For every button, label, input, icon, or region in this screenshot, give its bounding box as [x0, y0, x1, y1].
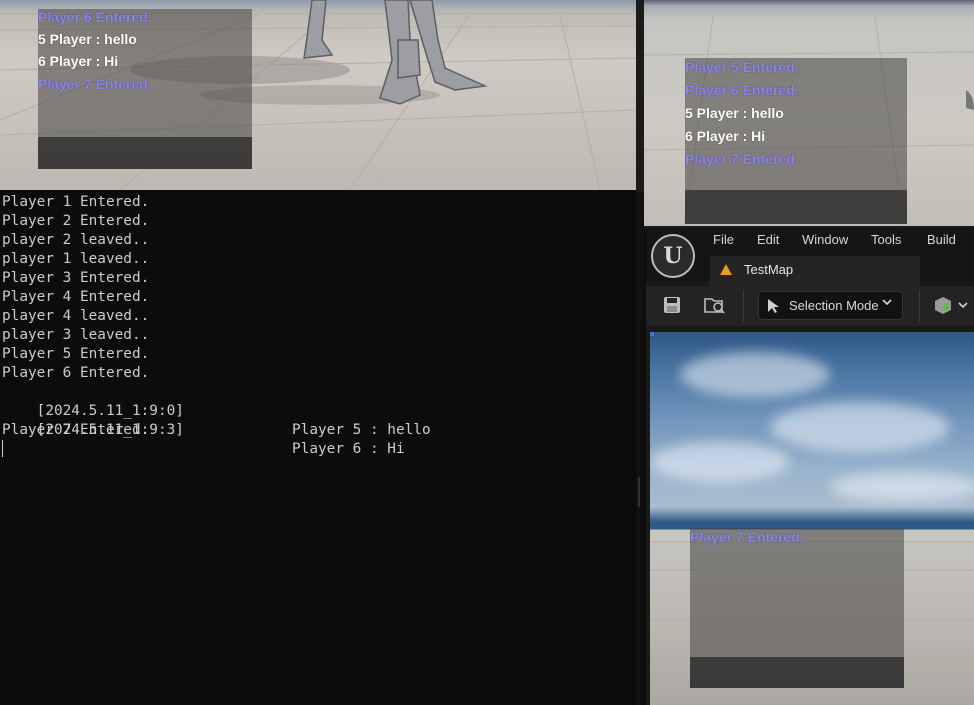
- chat-line: 5 Player : hello: [38, 31, 137, 47]
- console-line: player 2 leaved..: [2, 232, 150, 248]
- console-scrollbar[interactable]: [636, 192, 644, 705]
- selection-mode-label: Selection Mode: [789, 298, 879, 313]
- unreal-logo-icon[interactable]: U: [651, 234, 695, 278]
- tab-label: TestMap: [744, 262, 794, 277]
- console-line: player 3 leaved..: [2, 327, 150, 343]
- add-actor-icon[interactable]: [933, 295, 969, 317]
- console-line: Player 7 Entered.: [2, 422, 150, 438]
- map-level-icon: [720, 264, 732, 275]
- text-cursor: [2, 440, 3, 457]
- chat-input-bar[interactable]: [690, 657, 904, 688]
- console-line: Player 6 Entered.: [2, 365, 150, 381]
- console-line: [2024.5.11_1:9:0] Player 5 : hello: [2, 383, 632, 438]
- scrollbar-thumb[interactable]: [638, 477, 640, 507]
- menu-tools[interactable]: Tools: [871, 232, 901, 247]
- game-viewport-player[interactable]: Player 6 Entered. 5 Player : hello 6 Pla…: [0, 0, 636, 190]
- chat-line: 5 Player : hello: [685, 105, 784, 121]
- content-browser-icon[interactable]: [704, 295, 726, 317]
- chat-input-bar[interactable]: [38, 137, 252, 169]
- unreal-editor-window: U File Edit Window Tools Build TestMap S…: [646, 229, 974, 705]
- chat-line: 6 Player : Hi: [38, 53, 119, 69]
- chat-panel: Player 7 Entered.: [690, 528, 904, 688]
- menu-bar: U File Edit Window Tools Build TestMap: [646, 229, 974, 286]
- server-console[interactable]: Player 1 Entered. Player 2 Entered. play…: [0, 192, 636, 705]
- window-divider: [636, 0, 644, 192]
- menu-window[interactable]: Window: [802, 232, 848, 247]
- chat-message: Player 6 : Hi: [292, 441, 405, 457]
- console-line: Player 3 Entered.: [2, 270, 150, 286]
- chat-line: Player 6 Entered.: [685, 82, 799, 98]
- chat-line: Player 7 Entered.: [690, 529, 804, 545]
- chat-line: Player 7 Entered.: [685, 151, 799, 167]
- cursor-icon: [767, 298, 781, 314]
- toolbar-separator: [919, 290, 920, 322]
- toolbar: Selection Mode: [646, 286, 974, 326]
- selection-mode-dropdown[interactable]: Selection Mode: [758, 291, 903, 320]
- chat-line: 6 Player : Hi: [685, 128, 766, 144]
- toolbar-separator: [743, 290, 744, 322]
- console-line: Player 1 Entered.: [2, 194, 150, 210]
- chat-panel: Player 5 Entered. Player 6 Entered. 5 Pl…: [685, 58, 907, 224]
- console-line: player 1 leaved..: [2, 251, 150, 267]
- chat-line: Player 7 Entered.: [38, 76, 152, 92]
- chat-panel: Player 6 Entered. 5 Player : hello 6 Pla…: [38, 9, 252, 169]
- console-line: Player 4 Entered.: [2, 289, 150, 305]
- level-viewport[interactable]: Player 7 Entered.: [650, 332, 974, 705]
- menu-file[interactable]: File: [713, 232, 734, 247]
- menu-build[interactable]: Build: [927, 232, 956, 247]
- menu-edit[interactable]: Edit: [757, 232, 779, 247]
- console-line: [2024.5.11_1:9:3] Player 6 : Hi: [2, 402, 632, 457]
- chat-line: Player 6 Entered.: [38, 9, 152, 25]
- game-viewport-player-2[interactable]: Player 5 Entered. Player 6 Entered. 5 Pl…: [644, 0, 974, 226]
- chat-line: Player 5 Entered.: [685, 59, 799, 75]
- console-line: player 4 leaved..: [2, 308, 150, 324]
- chat-input-bar[interactable]: [685, 190, 907, 224]
- chevron-down-icon: [882, 297, 892, 310]
- console-line: Player 5 Entered.: [2, 346, 150, 362]
- console-line: Player 2 Entered.: [2, 213, 150, 229]
- tab-testmap[interactable]: TestMap: [710, 256, 920, 286]
- save-icon[interactable]: [661, 295, 683, 317]
- chat-message: Player 5 : hello: [292, 422, 431, 438]
- viewport-corner-marker: [650, 332, 654, 336]
